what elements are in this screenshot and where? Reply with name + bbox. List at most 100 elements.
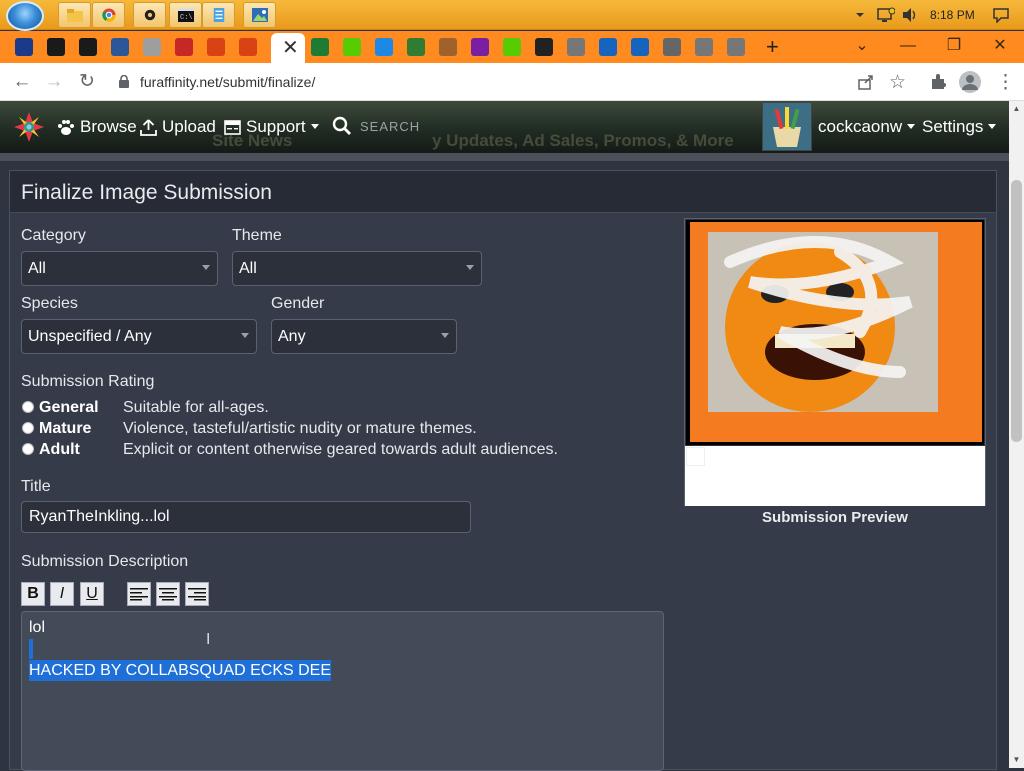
tab-favicon-icon[interactable]: [567, 38, 585, 56]
category-select[interactable]: All: [21, 251, 218, 286]
tab-favicon-icon[interactable]: [503, 38, 521, 56]
close-tab-icon[interactable]: ✕: [282, 38, 299, 58]
site-logo-icon[interactable]: [12, 110, 46, 149]
minimize-icon[interactable]: —: [888, 34, 928, 58]
extensions-icon[interactable]: [929, 73, 947, 96]
taskbar-notepad-button[interactable]: [202, 2, 235, 28]
start-button[interactable]: [6, 1, 44, 31]
taskbar-photos-button[interactable]: [243, 2, 276, 28]
theme-value: All: [239, 260, 257, 277]
close-window-icon[interactable]: ✕: [980, 34, 1020, 58]
gender-label: Gender: [271, 295, 325, 312]
italic-button[interactable]: I: [50, 582, 74, 606]
tab-favicon-icon[interactable]: [15, 38, 33, 56]
restore-icon[interactable]: ❐: [934, 34, 974, 58]
browser-menu-icon[interactable]: ⋮: [996, 71, 1015, 94]
select-caret-icon: [202, 265, 210, 270]
tab-favicon-icon[interactable]: [47, 38, 65, 56]
upload-icon: [140, 118, 157, 136]
tab-favicon-icon[interactable]: [663, 38, 681, 56]
back-icon[interactable]: ←: [10, 70, 34, 94]
username-label: cockcaonw: [818, 117, 903, 136]
rating-mature-radio[interactable]: [22, 422, 34, 434]
taskbar-cmd-button[interactable]: C:\: [169, 2, 202, 28]
upload-label: Upload: [162, 117, 216, 136]
browse-link[interactable]: Browse: [57, 116, 137, 138]
settings-dropdown[interactable]: Settings: [922, 116, 997, 138]
theme-select[interactable]: All: [232, 251, 482, 286]
rating-general-label[interactable]: General: [39, 399, 99, 417]
clock[interactable]: 8:18 PM: [930, 0, 975, 30]
tab-favicon-icon[interactable]: [311, 38, 329, 56]
volume-icon[interactable]: [901, 0, 919, 30]
rating-general-radio[interactable]: [22, 401, 34, 413]
page-title: Finalize Image Submission: [21, 181, 272, 204]
forward-icon[interactable]: →: [42, 70, 66, 94]
rating-adult-radio[interactable]: [22, 443, 34, 455]
rating-mature-label[interactable]: Mature: [39, 420, 91, 438]
tab-favicon-icon[interactable]: [111, 38, 129, 56]
species-select[interactable]: Unspecified / Any: [21, 319, 257, 354]
tab-favicon-icon[interactable]: [631, 38, 649, 56]
tab-favicon-icon[interactable]: [695, 38, 713, 56]
rating-adult-desc: Explicit or content otherwise geared tow…: [123, 441, 558, 458]
tab-favicon-icon[interactable]: [535, 38, 553, 56]
bookmark-star-icon[interactable]: ☆: [889, 71, 906, 94]
taskbar-chrome-button[interactable]: [92, 2, 125, 28]
tab-favicon-icon[interactable]: [407, 38, 425, 56]
tab-favicon-icon[interactable]: [471, 38, 489, 56]
tab-favicon-icon[interactable]: [599, 38, 617, 56]
tab-search-icon[interactable]: ⌄: [842, 34, 882, 58]
tab-favicon-icon[interactable]: [439, 38, 457, 56]
submission-preview-label: Submission Preview: [762, 509, 908, 526]
profile-avatar-icon[interactable]: [959, 71, 981, 98]
gender-select[interactable]: Any: [271, 319, 457, 354]
tab-favicon-icon[interactable]: [375, 38, 393, 56]
caret-down-icon: [907, 124, 916, 129]
align-center-button[interactable]: [156, 582, 180, 606]
notepad-icon: [213, 8, 225, 22]
category-label: Category: [21, 227, 86, 244]
notifications-icon[interactable]: [992, 0, 1010, 30]
select-caret-icon: [441, 333, 449, 338]
scroll-down-icon[interactable]: ▼: [1011, 755, 1022, 766]
underline-button[interactable]: U: [80, 582, 104, 606]
taskbar-settings-button[interactable]: [133, 2, 166, 28]
new-tab-icon[interactable]: +: [766, 36, 779, 58]
rating-adult-label[interactable]: Adult: [39, 441, 80, 459]
scrollbar-thumb[interactable]: [1011, 180, 1022, 442]
tab-favicon-icon[interactable]: [143, 38, 161, 56]
tab-favicon-icon[interactable]: [207, 38, 225, 56]
tab-favicon-icon[interactable]: [175, 38, 193, 56]
url-field[interactable]: furaffinity.net/submit/finalize/: [112, 71, 847, 93]
scroll-up-icon[interactable]: ▲: [1011, 104, 1022, 115]
bold-button[interactable]: B: [21, 582, 45, 606]
tray-chevron-icon[interactable]: [854, 0, 866, 30]
align-right-button[interactable]: [185, 582, 209, 606]
user-menu-dropdown[interactable]: cockcaonw: [818, 116, 916, 138]
user-avatar[interactable]: [762, 102, 812, 151]
align-left-button[interactable]: [127, 582, 151, 606]
tab-favicon-icon[interactable]: [79, 38, 97, 56]
upload-link[interactable]: Upload: [140, 116, 216, 138]
browse-label: Browse: [80, 117, 137, 136]
search-icon[interactable]: [332, 116, 352, 141]
reload-icon[interactable]: ↻: [75, 70, 99, 94]
taskbar-explorer-button[interactable]: [58, 2, 91, 28]
share-icon[interactable]: [857, 73, 875, 96]
description-textarea[interactable]: [21, 611, 664, 771]
orange-face-image-icon: [690, 222, 982, 442]
title-input[interactable]: RyanTheInkling...lol: [21, 501, 471, 533]
rating-mature-desc: Violence, tasteful/artistic nudity or ma…: [123, 420, 477, 437]
page-top-strip: [0, 153, 1009, 161]
text-cursor-icon: I: [206, 630, 211, 648]
species-value: Unspecified / Any: [28, 328, 152, 345]
tab-favicon-icon[interactable]: [239, 38, 257, 56]
support-icon: [224, 119, 241, 135]
support-dropdown[interactable]: Support: [224, 116, 319, 138]
settings-label: Settings: [922, 117, 984, 136]
network-icon[interactable]: [877, 0, 895, 30]
tab-favicon-icon[interactable]: [727, 38, 745, 56]
search-input[interactable]: SEARCH: [332, 114, 582, 140]
tab-favicon-icon[interactable]: [343, 38, 361, 56]
